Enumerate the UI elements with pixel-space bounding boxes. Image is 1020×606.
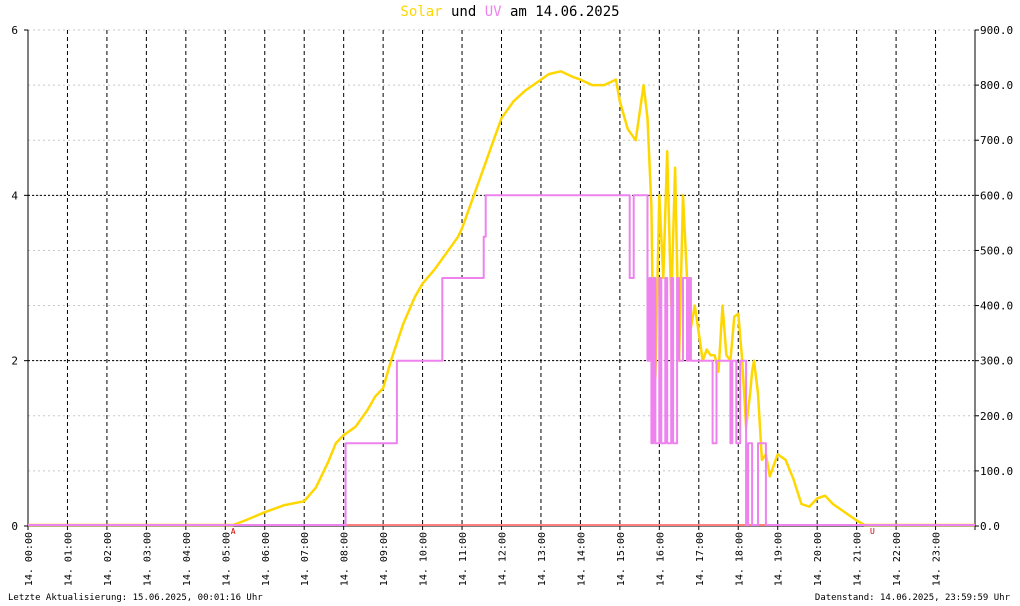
x-tick-label: 14. 23:00 [932, 532, 943, 586]
footer-last-update: Letzte Aktualisierung: 15.06.2025, 00:01… [8, 593, 263, 603]
x-tick-label: 14. 03:00 [142, 532, 153, 586]
x-tick-label: 14. 09:00 [379, 532, 390, 586]
x-tick-label: 14. 05:00 [221, 532, 232, 586]
right-tick-label: 500.0 [980, 244, 1013, 257]
right-tick-label: 900.0 [980, 24, 1013, 37]
x-tick-label: 14. 22:00 [892, 532, 903, 586]
chart: 0 2 4 6 0.0 100.0 200.0 300.0 400.0 500.0 600.0 700… [11, 24, 1013, 586]
sunrise-marker: A [231, 527, 236, 536]
x-tick-label: 14. 06:00 [261, 532, 272, 586]
x-tick-label: 14. 16:00 [655, 532, 666, 586]
tick-labels: 0 2 4 6 0.0 100.0 200.0 300.0 400.0 500.0 600.0 700… [11, 24, 1013, 586]
right-tick-label: 400.0 [980, 300, 1013, 313]
x-tick-label: 14. 14:00 [576, 532, 587, 586]
left-tick-label: 6 [11, 24, 18, 37]
right-tick-label: 800.0 [980, 79, 1013, 92]
x-tick-label: 14. 01:00 [63, 532, 74, 586]
right-tick-label: 0.0 [980, 520, 1000, 533]
x-tick-label: 14. 12:00 [498, 532, 509, 586]
right-tick-label: 600.0 [980, 189, 1013, 202]
x-tick-label: 14. 21:00 [853, 532, 864, 586]
left-tick-label: 0 [11, 520, 18, 533]
right-tick-label: 100.0 [980, 465, 1013, 478]
x-tick-label: 14. 11:00 [458, 532, 469, 586]
right-tick-label: 300.0 [980, 355, 1013, 368]
footer-data-status: Datenstand: 14.06.2025, 23:59:59 Uhr [814, 593, 1010, 603]
x-tick-label: 14. 18:00 [734, 532, 745, 586]
axes [24, 29, 979, 530]
x-tick-label: 14. 04:00 [182, 532, 193, 586]
x-tick-label: 14. 15:00 [616, 532, 627, 586]
right-tick-label: 200.0 [980, 410, 1013, 423]
x-tick-label: 14. 17:00 [695, 532, 706, 586]
x-tick-label: 14. 20:00 [813, 532, 824, 586]
sunset-marker: U [870, 527, 875, 536]
x-tick-label: 14. 07:00 [300, 532, 311, 586]
left-tick-label: 4 [11, 189, 18, 202]
page: { "title": { "series1": "Solar", "mid": … [0, 0, 1020, 606]
x-tick-label: 14. 13:00 [537, 532, 548, 586]
grid [28, 29, 975, 527]
right-tick-label: 700.0 [980, 134, 1013, 147]
x-tick-label: 14. 00:00 [24, 532, 35, 586]
x-tick-label: 14. 08:00 [340, 532, 351, 586]
x-tick-label: 14. 10:00 [419, 532, 430, 586]
x-tick-label: 14. 19:00 [774, 532, 785, 586]
x-tick-label: 14. 02:00 [103, 532, 114, 586]
left-tick-label: 2 [11, 355, 18, 368]
